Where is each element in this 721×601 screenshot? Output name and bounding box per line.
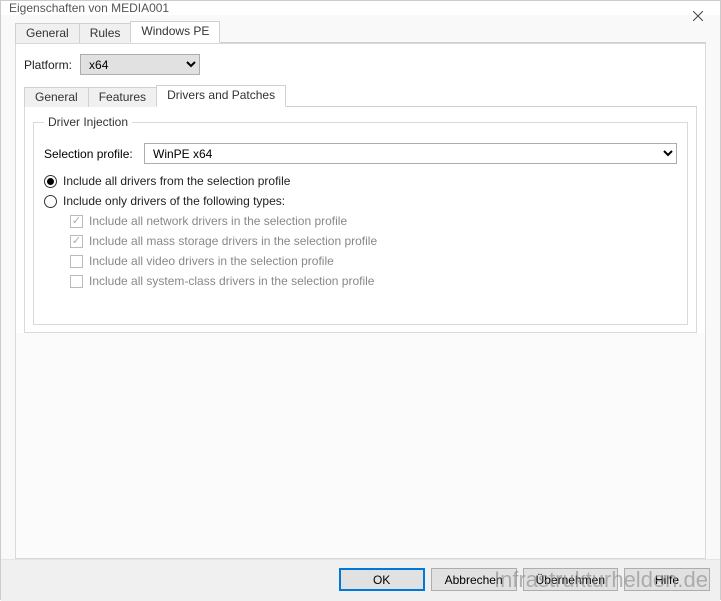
- subtab-drivers-and-patches[interactable]: Drivers and Patches: [156, 85, 286, 107]
- radio-include-all-label: Include all drivers from the selection p…: [63, 174, 290, 188]
- chk-video-label: Include all video drivers in the selecti…: [89, 254, 334, 268]
- radio-include-all-row[interactable]: Include all drivers from the selection p…: [44, 174, 677, 188]
- subtab-general[interactable]: General: [24, 87, 89, 107]
- content-area: General Rules Windows PE Platform: x64 G…: [1, 15, 720, 559]
- chk-massstorage-label: Include all mass storage drivers in the …: [89, 234, 377, 248]
- help-button[interactable]: Hilfe: [624, 568, 710, 591]
- main-tabs: General Rules Windows PE: [15, 21, 706, 43]
- driver-injection-group: Driver Injection Selection profile: WinP…: [33, 115, 688, 325]
- apply-button[interactable]: Übernehmen: [523, 568, 618, 591]
- radio-include-all[interactable]: [44, 175, 57, 188]
- main-tab-panel: Platform: x64 General Features Drivers a…: [15, 43, 706, 559]
- chk-systemclass-label: Include all system-class drivers in the …: [89, 274, 374, 288]
- chk-video: [70, 255, 83, 268]
- window-title: Eigenschaften von MEDIA001: [9, 1, 169, 15]
- chk-network-label: Include all network drivers in the selec…: [89, 214, 347, 228]
- chk-massstorage: [70, 235, 83, 248]
- radio-include-types-row[interactable]: Include only drivers of the following ty…: [44, 194, 677, 208]
- radio-include-types-label: Include only drivers of the following ty…: [63, 194, 285, 208]
- selection-profile-row: Selection profile: WinPE x64: [44, 143, 677, 164]
- platform-label: Platform:: [24, 58, 72, 72]
- dialog-window: Eigenschaften von MEDIA001 General Rules…: [0, 0, 721, 600]
- chk-massstorage-row: Include all mass storage drivers in the …: [70, 234, 677, 248]
- titlebar: Eigenschaften von MEDIA001: [1, 1, 720, 15]
- selection-profile-label: Selection profile:: [44, 147, 144, 161]
- button-bar: OK Abbrechen Übernehmen Hilfe: [1, 559, 720, 601]
- chk-network: [70, 215, 83, 228]
- tab-general[interactable]: General: [15, 23, 80, 43]
- sub-tabs: General Features Drivers and Patches: [24, 85, 697, 107]
- close-icon: [693, 11, 703, 21]
- ok-button[interactable]: OK: [339, 568, 425, 591]
- subtab-features[interactable]: Features: [88, 87, 157, 107]
- chk-systemclass-row: Include all system-class drivers in the …: [70, 274, 677, 288]
- driver-injection-legend: Driver Injection: [44, 115, 132, 129]
- subtab-panel: Driver Injection Selection profile: WinP…: [24, 107, 697, 333]
- tab-rules[interactable]: Rules: [79, 23, 132, 43]
- chk-video-row: Include all video drivers in the selecti…: [70, 254, 677, 268]
- chk-systemclass: [70, 275, 83, 288]
- tab-windows-pe[interactable]: Windows PE: [130, 21, 220, 43]
- radio-include-types[interactable]: [44, 195, 57, 208]
- platform-select[interactable]: x64: [80, 54, 200, 75]
- chk-network-row: Include all network drivers in the selec…: [70, 214, 677, 228]
- platform-row: Platform: x64: [24, 54, 697, 75]
- selection-profile-select[interactable]: WinPE x64: [144, 143, 677, 164]
- cancel-button[interactable]: Abbrechen: [431, 568, 517, 591]
